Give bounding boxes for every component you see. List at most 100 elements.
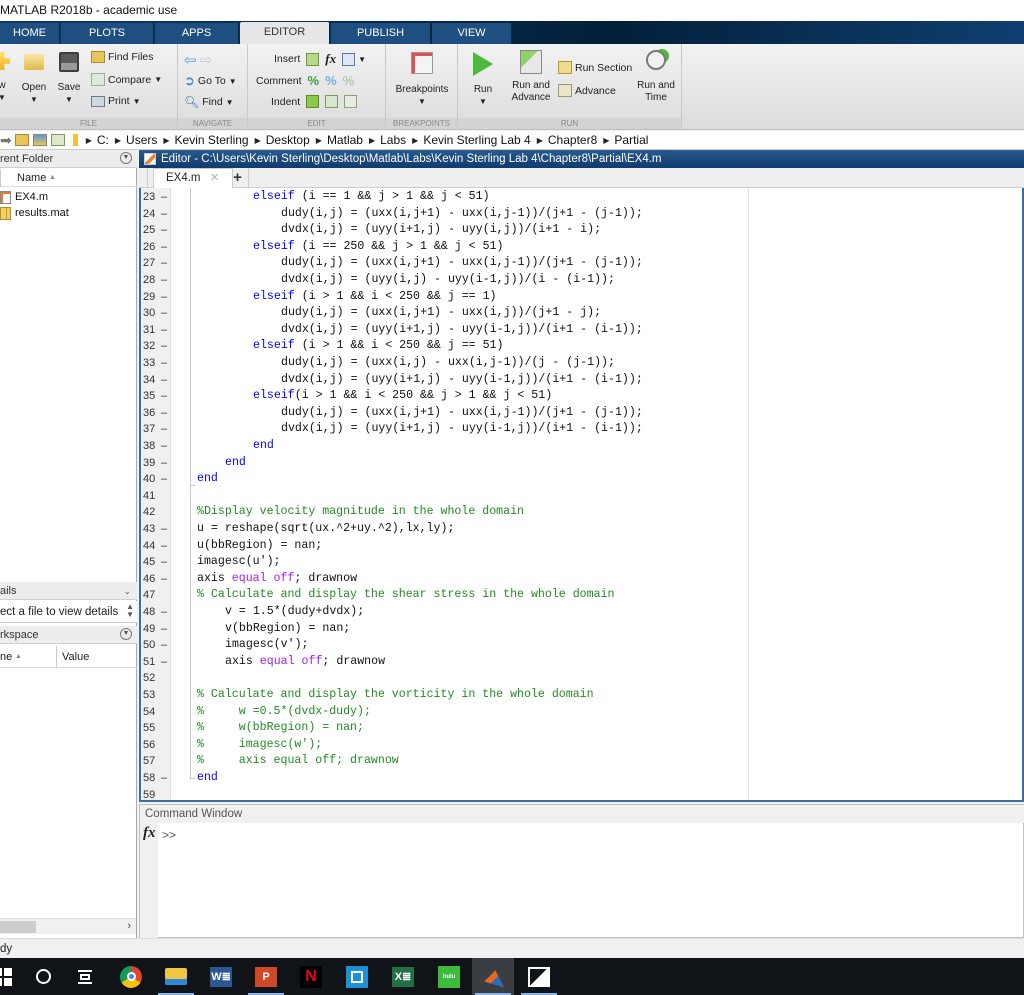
comment-icon[interactable]: % (308, 73, 320, 88)
breakpoint-marker[interactable]: – (161, 189, 167, 206)
breakpoint-marker[interactable]: – (161, 604, 167, 621)
breakpoint-marker[interactable]: – (161, 372, 167, 389)
uncomment-icon[interactable]: % (325, 73, 337, 88)
command-prompt[interactable]: >> (162, 828, 176, 842)
save-button[interactable]: Save ▼ (55, 52, 83, 106)
breadcrumb-separator-icon[interactable]: ▶ (255, 136, 261, 145)
advance-button[interactable]: Advance (558, 84, 616, 97)
breakpoint-marker[interactable]: – (161, 272, 167, 289)
breadcrumb-separator-icon[interactable]: ▶ (603, 136, 609, 145)
breakpoint-marker[interactable]: – (161, 338, 167, 355)
breakpoint-marker[interactable]: – (161, 355, 167, 372)
start-button[interactable] (0, 958, 24, 995)
folder-history-icon[interactable] (50, 134, 65, 146)
breadcrumb-separator-icon[interactable]: ▶ (86, 136, 92, 145)
breakpoint-marker[interactable]: – (161, 554, 167, 571)
breadcrumb-separator-icon[interactable]: ▶ (115, 136, 121, 145)
breakpoint-marker[interactable]: – (161, 637, 167, 654)
panel-menu-icon[interactable]: ▼ (120, 628, 132, 640)
breakpoint-marker[interactable]: – (161, 521, 167, 538)
insert-function-icon[interactable]: fx (325, 51, 336, 67)
breakpoint-marker[interactable]: – (161, 405, 167, 422)
editor-tab-ex4[interactable]: EX4.m ✕ (153, 168, 233, 188)
hulu-button[interactable]: hulu (428, 958, 470, 995)
breakpoint-marker[interactable]: – (161, 621, 167, 638)
back-arrow-icon[interactable]: ⇦ (184, 51, 197, 69)
compare-button[interactable]: Compare ▼ (91, 73, 162, 86)
breakpoint-marker[interactable]: – (161, 438, 167, 455)
powerpoint-button[interactable]: P (245, 958, 287, 995)
breakpoint-marker[interactable]: – (161, 471, 167, 488)
wrap-comments-icon[interactable]: % (343, 73, 355, 88)
smart-indent-icon[interactable] (306, 95, 320, 108)
breadcrumb-item[interactable]: Labs (380, 133, 406, 147)
file-item[interactable]: results.mat (0, 206, 69, 220)
photos-button[interactable] (518, 958, 560, 995)
command-window[interactable]: Command Window fx >> (139, 804, 1024, 939)
breakpoint-marker[interactable]: – (161, 538, 167, 555)
breadcrumb-item[interactable]: Matlab (327, 133, 363, 147)
run-and-time-button[interactable]: Run and Time (634, 50, 678, 104)
decrease-indent-icon[interactable] (344, 95, 358, 108)
breakpoint-marker[interactable]: – (161, 322, 167, 339)
close-tab-icon[interactable]: ✕ (210, 169, 219, 188)
breadcrumb-separator-icon[interactable]: ▶ (369, 136, 375, 145)
run-section-button[interactable]: Run Section (558, 61, 632, 74)
tab-editor[interactable]: EDITOR (240, 22, 330, 44)
breadcrumb-separator-icon[interactable]: ▶ (412, 136, 418, 145)
breadcrumb-separator-icon[interactable]: ▶ (316, 136, 322, 145)
breakpoint-marker[interactable]: – (161, 421, 167, 438)
chrome-button[interactable] (110, 958, 152, 995)
breadcrumb-separator-icon[interactable]: ▶ (163, 136, 169, 145)
breadcrumb-item[interactable]: Kevin Sterling (175, 133, 249, 147)
details-header[interactable]: ails ⌄ (0, 582, 137, 600)
increase-indent-icon[interactable] (325, 95, 339, 108)
breakpoint-marker[interactable]: – (161, 305, 167, 322)
up-folder-icon[interactable] (14, 134, 29, 146)
breakpoint-marker[interactable]: – (161, 455, 167, 472)
breadcrumb-item[interactable]: Chapter8 (548, 133, 597, 147)
breakpoint-marker[interactable]: – (161, 654, 167, 671)
breakpoint-marker[interactable]: – (161, 206, 167, 223)
netflix-button[interactable]: N (290, 958, 332, 995)
cortana-button[interactable] (22, 958, 64, 995)
goto-button[interactable]: ➲ Go To ▼ (184, 73, 237, 89)
scrollbar-thumb[interactable] (0, 921, 36, 933)
breakpoint-marker[interactable]: – (161, 239, 167, 256)
scroll-right-icon[interactable]: › (127, 920, 131, 932)
run-and-advance-button[interactable]: Run and Advance (508, 50, 554, 104)
function-browser-icon[interactable]: fx (143, 825, 156, 842)
open-button[interactable]: Open ▼ (20, 54, 48, 106)
tab-publish[interactable]: PUBLISH (331, 23, 431, 44)
details-scroll-icon[interactable]: ▲ ▼ (126, 603, 134, 619)
tab-apps[interactable]: APPS (155, 23, 239, 44)
matlab-button[interactable] (472, 958, 514, 995)
workspace-column-header[interactable]: ne ▲ Value (0, 646, 137, 668)
phone-companion-button[interactable] (336, 958, 378, 995)
breadcrumb-item[interactable]: Partial (614, 133, 648, 147)
run-button[interactable]: Run ▼ (468, 52, 498, 108)
breakpoint-marker[interactable]: – (161, 770, 167, 787)
horizontal-scrollbar[interactable]: › (0, 918, 136, 934)
insert-section-icon[interactable] (306, 52, 320, 66)
breadcrumb-item[interactable]: Users (126, 133, 157, 147)
browse-folder-icon[interactable] (32, 134, 47, 146)
breadcrumb-item[interactable]: C: (97, 133, 109, 147)
word-button[interactable]: W≣ (200, 958, 242, 995)
chevron-down-icon[interactable]: ▼ (358, 55, 366, 64)
breakpoint-marker[interactable]: – (161, 222, 167, 239)
insert-text-icon[interactable] (342, 52, 356, 66)
add-tab-button[interactable]: + (227, 168, 249, 188)
find-files-button[interactable]: Find Files (91, 51, 154, 63)
breadcrumb-item[interactable]: Desktop (266, 133, 310, 147)
code-editor[interactable]: 23– elseif (i == 1 && j > 1 && j < 51) 24–… (139, 188, 1024, 802)
excel-button[interactable]: X≣ (382, 958, 424, 995)
new-button[interactable]: w ▼ (0, 52, 14, 104)
breakpoint-marker[interactable]: – (161, 388, 167, 405)
file-item[interactable]: EX4.m (0, 190, 48, 204)
breadcrumb-item[interactable]: Kevin Sterling Lab 4 (423, 133, 530, 147)
task-view-button[interactable] (64, 958, 106, 995)
breakpoint-marker[interactable]: – (161, 571, 167, 588)
folder-column-header[interactable]: Name ▲ (0, 169, 137, 187)
breakpoints-button[interactable]: Breakpoints ▼ (390, 52, 454, 108)
